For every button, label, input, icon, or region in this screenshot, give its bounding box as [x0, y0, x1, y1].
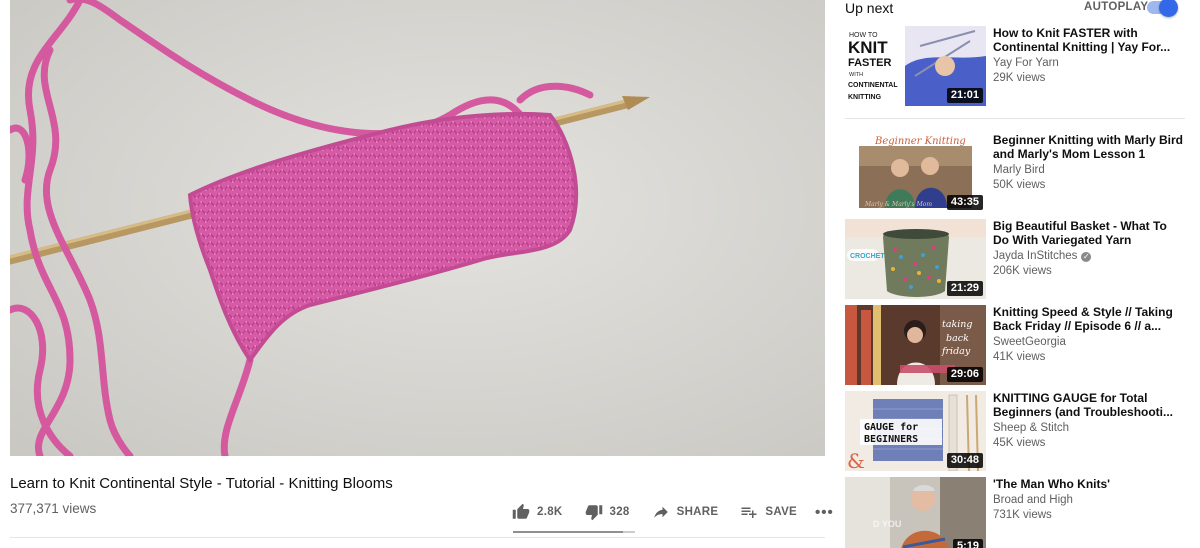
- recommended-video[interactable]: CROCHET 21:29 Big Beautiful Basket - Wha…: [845, 219, 1185, 299]
- thumb-text: KNITTING: [848, 94, 882, 101]
- like-button[interactable]: 2.8K: [512, 503, 563, 521]
- channel-name[interactable]: SweetGeorgia: [993, 335, 1185, 350]
- channel-name[interactable]: Broad and High: [993, 493, 1185, 508]
- channel-name[interactable]: Jayda InStitches ✓: [993, 249, 1185, 264]
- section-divider: [845, 118, 1185, 119]
- channel-name-text: Sheep & Stitch: [993, 422, 1070, 434]
- video-thumbnail[interactable]: HOW TO KNIT FASTER WITH CONTINENTAL KNIT…: [845, 26, 986, 106]
- thumb-text: friday: [941, 346, 971, 357]
- recommended-title[interactable]: Big Beautiful Basket - What To Do With V…: [993, 219, 1185, 247]
- thumbnail-image: D YOU: [845, 477, 986, 548]
- view-count: 377,371 views: [10, 501, 97, 516]
- sentiment-bar: [513, 531, 635, 533]
- video-thumbnail[interactable]: GAUGE for BEGINNERS & 30:48: [845, 391, 986, 471]
- playlist-add-icon: [741, 507, 757, 518]
- video-frame: [10, 0, 825, 456]
- share-arrow-icon: [653, 506, 668, 518]
- thumb-text: taking: [942, 319, 972, 330]
- thumb-text: BEGINNERS: [864, 434, 918, 445]
- channel-name-text: Jayda InStitches: [993, 250, 1078, 262]
- recommended-title[interactable]: Beginner Knitting with Marly Bird and Ma…: [993, 133, 1185, 161]
- channel-name-text: Marly Bird: [993, 164, 1045, 176]
- duration-badge: 21:29: [946, 281, 983, 296]
- like-count: 2.8K: [537, 506, 563, 518]
- recommended-video[interactable]: Beginner Knitting Marly & Marly's Mom 43…: [845, 133, 1185, 213]
- recommended-title[interactable]: 'The Man Who Knits': [993, 477, 1185, 491]
- view-count: 731K views: [993, 509, 1052, 521]
- share-label: SHARE: [676, 506, 719, 518]
- verified-check-icon: ✓: [1081, 251, 1092, 262]
- duration-badge: 5:19: [952, 539, 983, 548]
- video-thumbnail[interactable]: D YOU 5:19: [845, 477, 986, 548]
- recommended-video[interactable]: taking back friday 29:06 Knitting Speed …: [845, 305, 1185, 385]
- video-thumbnail[interactable]: Beginner Knitting Marly & Marly's Mom 43…: [845, 133, 986, 213]
- channel-name-text: Yay For Yarn: [993, 57, 1059, 69]
- view-count: 50K views: [993, 179, 1046, 191]
- autoplay-label: AUTOPLAY: [1084, 1, 1149, 13]
- dislike-count: 328: [609, 506, 630, 518]
- thumbs-up-icon: [512, 503, 530, 519]
- recommended-video[interactable]: HOW TO KNIT FASTER WITH CONTINENTAL KNIT…: [845, 26, 1185, 106]
- channel-name-text: Broad and High: [993, 494, 1073, 506]
- duration-badge: 43:35: [946, 195, 983, 210]
- ampersand-logo: &: [847, 449, 865, 471]
- duration-badge: 29:06: [946, 367, 983, 382]
- thumb-text: WITH: [849, 72, 863, 78]
- recommended-title[interactable]: Knitting Speed & Style // Taking Back Fr…: [993, 305, 1185, 333]
- video-player[interactable]: [10, 0, 825, 456]
- autoplay-toggle[interactable]: [1147, 0, 1178, 17]
- duration-badge: 21:01: [946, 88, 983, 103]
- action-bar: 2.8K 328 SHARE SAVE •••: [512, 500, 834, 524]
- channel-name-text: SweetGeorgia: [993, 336, 1066, 348]
- toggle-knob: [1159, 0, 1178, 17]
- thumb-text: GAUGE for: [864, 422, 918, 433]
- channel-name[interactable]: Yay For Yarn: [993, 56, 1185, 71]
- recommended-video[interactable]: GAUGE for BEGINNERS & 30:48 KNITTING GAU…: [845, 391, 1185, 471]
- thumb-text: D YOU: [873, 519, 901, 529]
- thumbs-down-icon: [585, 505, 602, 521]
- view-count: 45K views: [993, 437, 1046, 449]
- channel-name[interactable]: Marly Bird: [993, 163, 1185, 178]
- thumb-text: KNIT: [848, 38, 888, 57]
- view-count: 206K views: [993, 265, 1052, 277]
- recommended-title[interactable]: KNITTING GAUGE for Total Beginners (and …: [993, 391, 1185, 419]
- dislike-button[interactable]: 328: [585, 503, 630, 521]
- channel-name[interactable]: Sheep & Stitch: [993, 421, 1185, 436]
- more-actions-button[interactable]: •••: [815, 504, 834, 521]
- view-count: 29K views: [993, 72, 1046, 84]
- sentiment-bar-fill: [513, 531, 623, 533]
- save-label: SAVE: [765, 506, 798, 518]
- thumb-text: back: [946, 333, 969, 344]
- share-button[interactable]: SHARE: [652, 503, 719, 521]
- thumb-text: CROCHET: [850, 253, 885, 260]
- recommended-title[interactable]: How to Knit FASTER with Continental Knit…: [993, 26, 1185, 54]
- view-count: 41K views: [993, 351, 1046, 363]
- thumb-text: Marly & Marly's Mom: [864, 201, 932, 208]
- video-title: Learn to Knit Continental Style - Tutori…: [10, 475, 393, 492]
- video-thumbnail[interactable]: CROCHET 21:29: [845, 219, 986, 299]
- duration-badge: 30:48: [946, 453, 983, 468]
- thumb-text: CONTINENTAL: [848, 82, 898, 89]
- thumb-text: FASTER: [848, 57, 891, 69]
- save-button[interactable]: SAVE: [740, 503, 797, 521]
- up-next-heading: Up next: [845, 0, 894, 16]
- video-thumbnail[interactable]: taking back friday 29:06: [845, 305, 986, 385]
- thumb-text: Beginner Knitting: [874, 136, 966, 147]
- recommended-video[interactable]: D YOU 5:19 'The Man Who Knits' Broad and…: [845, 477, 1185, 548]
- divider: [10, 537, 825, 538]
